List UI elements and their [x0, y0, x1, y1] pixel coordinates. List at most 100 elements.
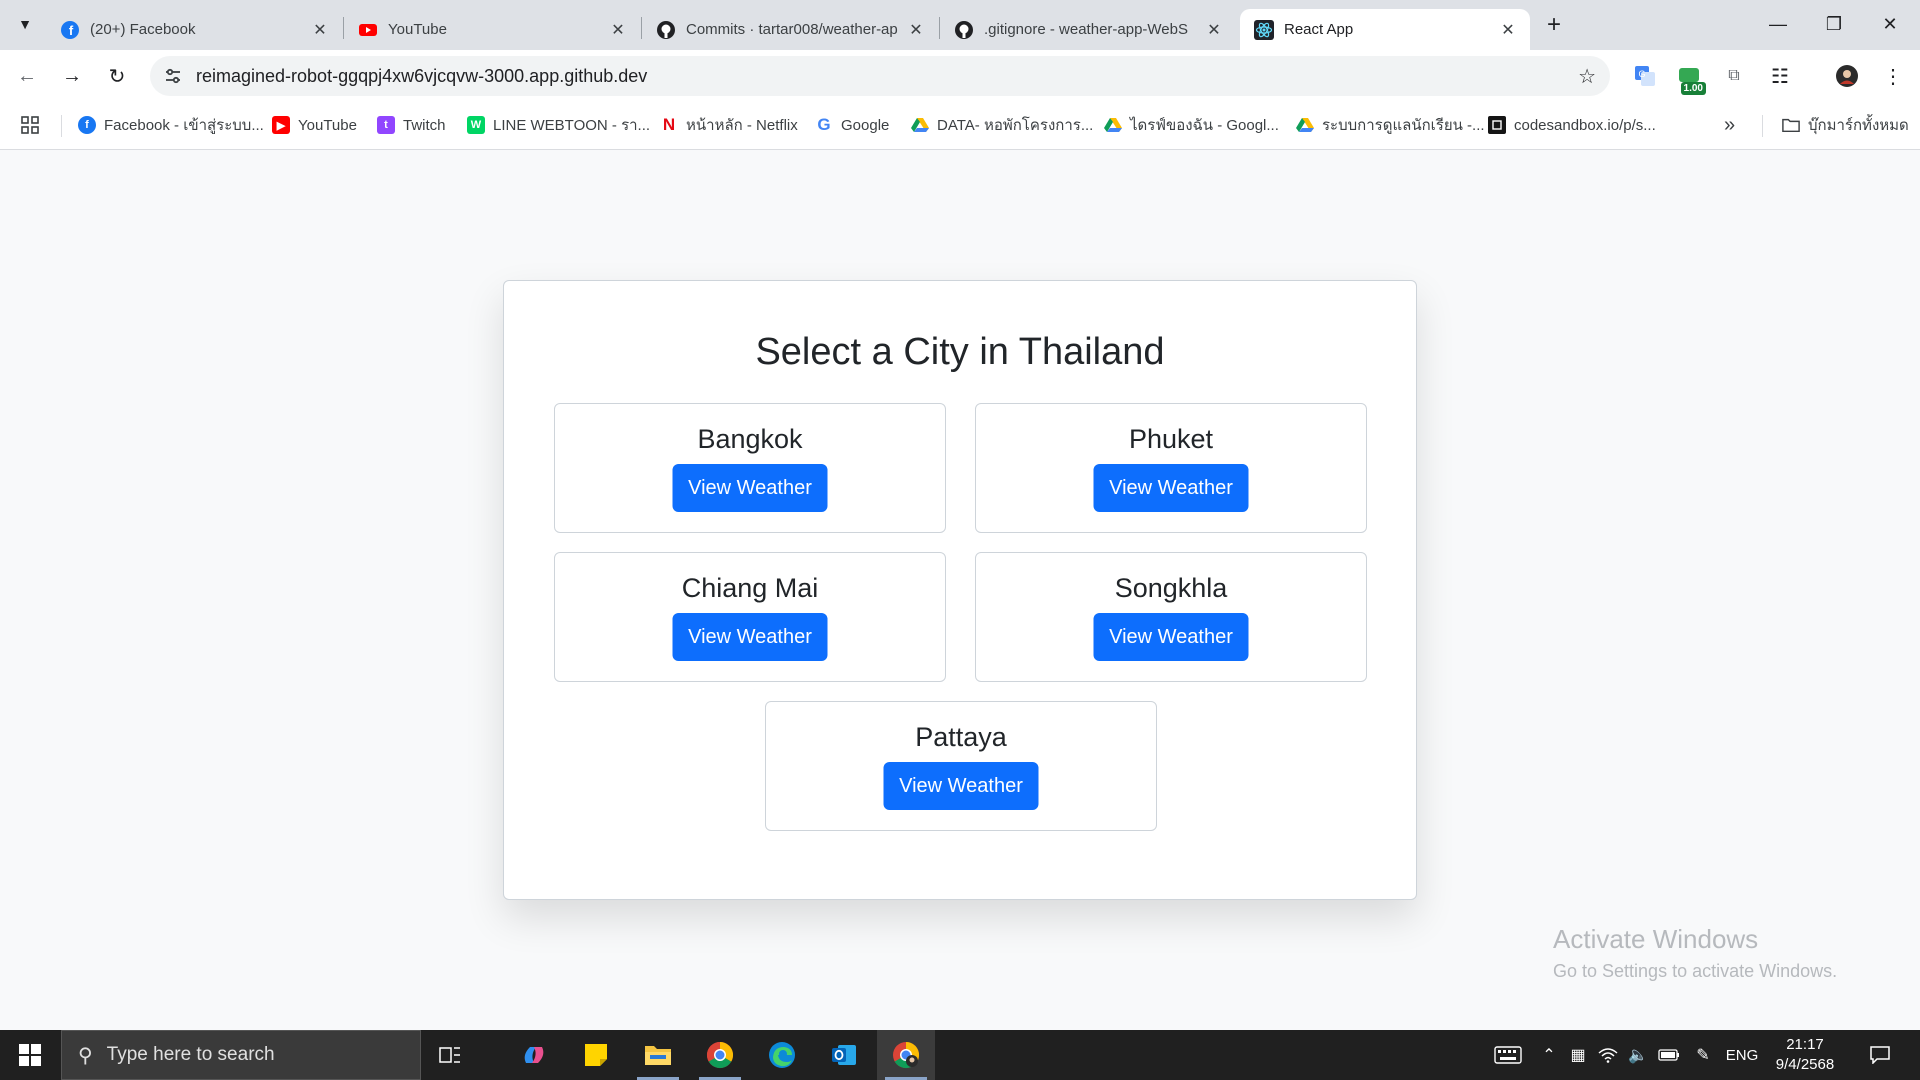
apps-grid-icon[interactable]	[20, 113, 40, 137]
activate-windows-watermark: Activate Windows Go to Settings to activ…	[1553, 924, 1837, 982]
taskbar-search-input[interactable]: ⚲ Type here to search	[61, 1030, 421, 1080]
city-name: Pattaya	[915, 722, 1007, 752]
site-settings-icon[interactable]	[162, 65, 184, 87]
bookmark-my-drive[interactable]: ไดรฟ์ของฉัน - Googl...	[1104, 113, 1279, 137]
bookmark-label: YouTube	[298, 116, 357, 134]
more-bookmarks-chevron-icon[interactable]: »	[1724, 113, 1735, 137]
windows-taskbar: ⚲ Type here to search ⌃ ▦ 🔈 ✎ ENG 21:17 …	[0, 1030, 1920, 1080]
view-weather-button[interactable]: View Weather	[883, 762, 1039, 810]
bookmark-codesandbox[interactable]: codesandbox.io/p/s...	[1488, 113, 1656, 137]
pen-icon[interactable]: ✎	[1688, 1030, 1718, 1080]
tab-title: Commits · tartar008/weather-ap	[686, 21, 898, 38]
city-selector-card: Select a City in Thailand Bangkok View W…	[503, 280, 1417, 900]
bookmark-label: Twitch	[403, 116, 446, 134]
tab-youtube[interactable]: YouTube ✕	[344, 9, 640, 50]
tab-github-gitignore[interactable]: .gitignore - weather-app-WebS ✕	[940, 9, 1236, 50]
bookmark-student-system[interactable]: ระบบการดูแลนักเรียน -...	[1296, 113, 1485, 137]
browser-toolbar: ← → ↻ reimagined-robot-ggqpj4xw6vjcqvw-3…	[0, 50, 1920, 100]
minimize-icon[interactable]: —	[1750, 0, 1806, 48]
bookmark-google[interactable]: G Google	[815, 113, 889, 137]
google-translate-icon[interactable]: G	[1632, 63, 1658, 89]
tab-react-app[interactable]: React App ✕	[1240, 9, 1530, 50]
facebook-icon: f	[60, 20, 80, 40]
forward-arrow-icon[interactable]: →	[54, 58, 90, 94]
copilot-icon[interactable]	[505, 1030, 563, 1080]
address-bar[interactable]: reimagined-robot-ggqpj4xw6vjcqvw-3000.ap…	[150, 56, 1610, 96]
react-icon	[1254, 19, 1274, 40]
more-menu-icon[interactable]: ⋮	[1880, 63, 1906, 89]
edge-icon[interactable]	[753, 1030, 811, 1080]
close-icon[interactable]: ✕	[1204, 20, 1224, 40]
netflix-icon: N	[662, 115, 676, 134]
copy-extension-icon[interactable]: ⧉	[1721, 63, 1747, 89]
battery-icon[interactable]	[1654, 1030, 1684, 1080]
restore-icon[interactable]: ❐	[1806, 0, 1862, 48]
bookmarks-bar: f Facebook - เข้าสู่ระบบ... ▶ YouTube t …	[0, 100, 1920, 150]
reload-icon[interactable]: ↻	[99, 58, 135, 94]
bookmark-netflix[interactable]: N หน้าหลัก - Netflix	[660, 113, 798, 137]
meet-now-icon[interactable]: ▦	[1564, 1030, 1592, 1080]
chrome-profile-icon[interactable]	[877, 1030, 935, 1080]
city-card-pattaya: Pattaya View Weather	[765, 701, 1157, 831]
tab-github-commits[interactable]: Commits · tartar008/weather-ap ✕	[642, 9, 938, 50]
view-weather-button[interactable]: View Weather	[1093, 464, 1249, 512]
show-hidden-icons-chevron-icon[interactable]: ⌃	[1536, 1030, 1562, 1080]
svg-text:G: G	[1638, 69, 1645, 79]
file-explorer-icon[interactable]	[629, 1030, 687, 1080]
language-indicator[interactable]: ENG	[1722, 1030, 1762, 1080]
tab-title: YouTube	[388, 21, 447, 38]
chrome-icon[interactable]	[691, 1030, 749, 1080]
google-icon: G	[817, 115, 831, 134]
url-text: reimagined-robot-ggqpj4xw6vjcqvw-3000.ap…	[196, 66, 648, 86]
watermark-subtitle: Go to Settings to activate Windows.	[1553, 961, 1838, 981]
city-card-songkhla: Songkhla View Weather	[975, 552, 1367, 682]
bookmark-facebook[interactable]: f Facebook - เข้าสู่ระบบ...	[78, 113, 264, 137]
view-weather-button[interactable]: View Weather	[672, 464, 828, 512]
new-tab-plus-icon[interactable]: +	[1540, 11, 1568, 39]
close-icon[interactable]: ✕	[906, 20, 926, 40]
touch-keyboard-icon[interactable]	[1488, 1030, 1528, 1080]
close-icon[interactable]: ✕	[608, 20, 628, 40]
drive-icon	[911, 116, 929, 134]
clock-time: 21:17	[1786, 1036, 1824, 1053]
bookmark-youtube[interactable]: ▶ YouTube	[272, 113, 357, 137]
back-arrow-icon[interactable]: ←	[9, 58, 45, 94]
notifications-icon[interactable]	[1862, 1040, 1898, 1070]
city-name: Phuket	[1128, 424, 1214, 454]
task-view-icon[interactable]	[421, 1030, 479, 1080]
windows-start-icon[interactable]	[0, 1030, 60, 1080]
wifi-icon[interactable]	[1594, 1030, 1622, 1080]
drive-icon	[1296, 116, 1314, 134]
codesandbox-icon	[1488, 116, 1506, 134]
tab-facebook[interactable]: f (20+) Facebook ✕	[46, 9, 342, 50]
github-icon	[656, 20, 676, 40]
bookmark-label: LINE WEBTOON - รา...	[493, 117, 651, 134]
folder-icon	[1782, 116, 1800, 134]
bookmark-separator	[1762, 115, 1763, 137]
window-close-icon[interactable]: ✕	[1862, 0, 1918, 48]
close-icon[interactable]: ✕	[1498, 20, 1518, 40]
close-icon[interactable]: ✕	[310, 20, 330, 40]
extension-badge: 1.00	[1680, 82, 1706, 95]
view-weather-button[interactable]: View Weather	[672, 613, 828, 661]
bookmark-line-webtoon[interactable]: W LINE WEBTOON - รา...	[467, 113, 650, 137]
bookmark-data-drive[interactable]: DATA- หอพักโครงการ...	[911, 113, 1093, 137]
sticky-notes-icon[interactable]	[567, 1030, 625, 1080]
extension-counter-icon[interactable]: 1.00	[1676, 63, 1706, 95]
profile-avatar[interactable]	[1834, 63, 1860, 89]
all-bookmarks[interactable]: บุ๊กมาร์กทั้งหมด	[1782, 113, 1909, 137]
page-title: Select a City in Thailand	[755, 331, 1165, 373]
tab-search-chevron-icon[interactable]: ▼	[10, 9, 40, 39]
search-icon: ⚲	[78, 1044, 93, 1067]
view-weather-button[interactable]: View Weather	[1093, 613, 1249, 661]
bookmark-star-icon[interactable]: ☆	[1578, 64, 1596, 89]
youtube-icon	[358, 20, 378, 40]
volume-icon[interactable]: 🔈	[1624, 1030, 1652, 1080]
taskbar-clock[interactable]: 21:17 9/4/2568	[1760, 1035, 1850, 1075]
bookmark-label: หน้าหลัก - Netflix	[686, 117, 798, 134]
bookmark-twitch[interactable]: t Twitch	[377, 113, 446, 137]
webtoon-icon: W	[467, 116, 485, 134]
youtube-icon: ▶	[272, 116, 290, 134]
outlook-icon[interactable]	[815, 1030, 873, 1080]
extensions-puzzle-icon[interactable]: ☷	[1767, 63, 1793, 89]
